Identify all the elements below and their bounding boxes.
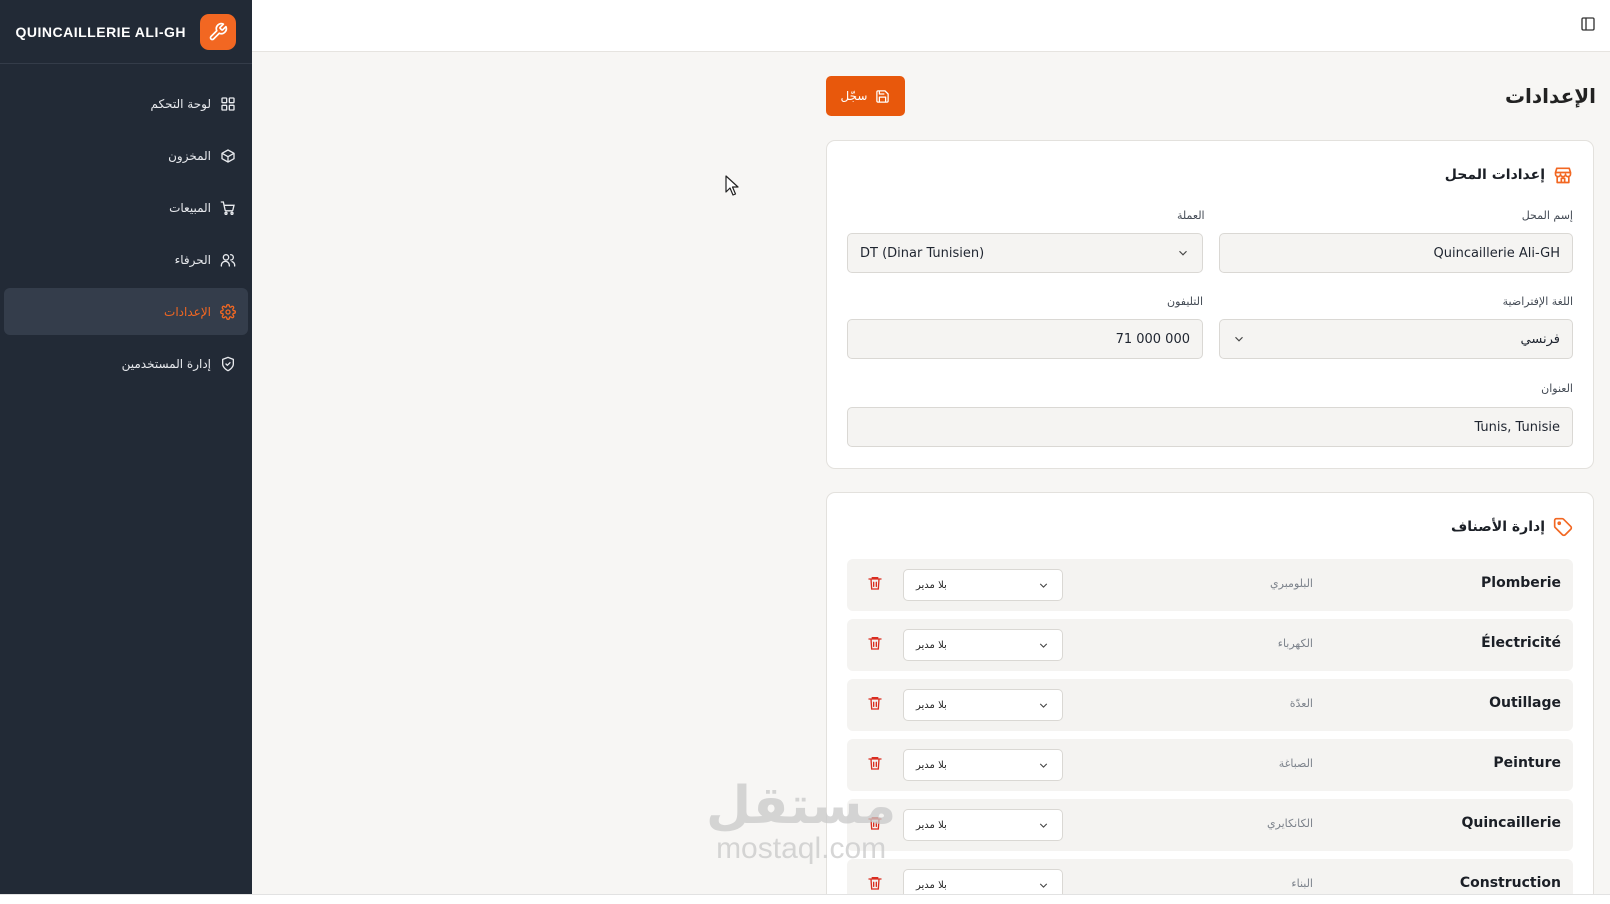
category-arabic-name: العدّة: [1289, 697, 1313, 710]
default-language-select[interactable]: فرنسي: [1219, 319, 1573, 359]
sidebar-item-label: إدارة المستخدمين: [121, 356, 211, 371]
sidebar-item-label: الحرفاء: [174, 252, 211, 267]
delete-category-icon[interactable]: [867, 875, 883, 891]
page-title: الإعدادات: [1504, 84, 1596, 108]
category-manager-value: بلا مدير: [916, 579, 947, 591]
save-button[interactable]: سجّل: [826, 76, 905, 116]
category-arabic-name: الصباغة: [1278, 757, 1313, 770]
category-row: Électricité الكهرباء بلا مدير: [847, 619, 1573, 671]
chevron-down-icon: [1039, 642, 1048, 648]
category-name: Peinture: [1493, 755, 1561, 771]
category-manager-select[interactable]: بلا مدير: [903, 809, 1063, 841]
category-arabic-name: الكانكايري: [1266, 817, 1313, 830]
category-name: Plomberie: [1481, 575, 1561, 591]
sidebar-item-customers[interactable]: الحرفاء: [4, 236, 248, 283]
watermark-latin: mostaql.com: [716, 832, 887, 865]
sidebar-item-label: لوحة التحكم: [150, 96, 212, 111]
shop-settings-title: إعدادات المحل: [1445, 165, 1573, 185]
category-manager-select[interactable]: بلا مدير: [903, 749, 1063, 781]
currency-value: DT (Dinar Tunisien): [860, 245, 985, 261]
brand-header: QUINCAILLERIE ALI-GH: [0, 0, 252, 64]
sidebar-item-dashboard[interactable]: لوحة التحكم: [4, 80, 248, 127]
chevron-down-icon: [1039, 702, 1048, 708]
users-icon: [220, 253, 236, 267]
sidebar-item-inventory[interactable]: المخزون: [4, 132, 248, 179]
chevron-down-icon: [1039, 882, 1048, 888]
mouse-cursor-icon: [725, 175, 739, 196]
category-manager-value: بلا مدير: [916, 639, 947, 651]
sidebar: QUINCAILLERIE ALI-GH لوحة التحكم المخزون…: [0, 0, 252, 894]
category-row: Quincaillerie الكانكايري بلا مدير: [847, 799, 1573, 851]
sidebar-item-user-management[interactable]: إدارة المستخدمين: [4, 340, 248, 387]
store-icon: [1554, 167, 1572, 184]
category-manager-value: بلا مدير: [916, 819, 947, 831]
address-field[interactable]: Tunis, Tunisie: [847, 407, 1573, 447]
shop-name-field[interactable]: Quincaillerie Ali-GH: [1219, 233, 1573, 273]
floppy-icon: [876, 89, 890, 103]
delete-category-icon[interactable]: [867, 635, 883, 651]
package-icon: [221, 148, 235, 163]
category-manager-value: بلا مدير: [916, 759, 947, 771]
category-row: Peinture الصباغة بلا مدير: [847, 739, 1573, 791]
delete-category-icon[interactable]: [867, 695, 883, 711]
default-language-value: فرنسي: [1520, 331, 1560, 347]
currency-select[interactable]: DT (Dinar Tunisien): [847, 233, 1203, 273]
sidebar-item-label: الإعدادات: [164, 304, 211, 319]
category-manager-value: بلا مدير: [916, 879, 947, 891]
sidebar-toggle-icon[interactable]: [1580, 16, 1596, 36]
chevron-down-icon: [1235, 336, 1243, 342]
chevron-down-icon: [1039, 822, 1048, 828]
brand-name: QUINCAILLERIE ALI-GH: [15, 23, 186, 40]
category-row: Outillage العدّة بلا مدير: [847, 679, 1573, 731]
chevron-down-icon: [1039, 762, 1048, 768]
address-label: العنوان: [1541, 382, 1573, 395]
watermark-arabic: مستقل: [706, 776, 897, 836]
sidebar-item-label: المبيعات: [169, 200, 211, 215]
wrench-icon: [200, 13, 236, 50]
categories-title: إدارة الأصناف: [1451, 517, 1573, 537]
shop-name-value: Quincaillerie Ali-GH: [1433, 245, 1561, 261]
chevron-down-icon: [1039, 582, 1048, 588]
gear-icon: [220, 303, 236, 320]
category-name: Quincaillerie: [1461, 815, 1561, 831]
phone-field[interactable]: 71 000 000: [847, 319, 1203, 359]
cart-icon: [220, 200, 235, 215]
category-row: Plomberie البلومبري بلا مدير: [847, 559, 1573, 611]
categories-card: إدارة الأصناف Plomberie البلومبري بلا مد…: [826, 492, 1594, 904]
category-arabic-name: الكهرباء: [1277, 637, 1313, 650]
delete-category-icon[interactable]: [867, 575, 883, 591]
category-name: Électricité: [1481, 635, 1561, 651]
tag-icon: [1553, 517, 1573, 537]
phone-label: التليفون: [1167, 295, 1204, 308]
shop-settings-heading: إعدادات المحل: [1444, 167, 1545, 183]
top-bar: [252, 0, 1610, 52]
watermark: مستقل mostaql.com: [706, 778, 896, 864]
shop-settings-card: إعدادات المحل إسم المحل Quincaillerie Al…: [826, 140, 1594, 469]
chevron-down-icon: [1179, 250, 1187, 256]
currency-label: العملة: [1177, 209, 1205, 222]
category-name: Construction: [1459, 875, 1561, 891]
shop-name-label: إسم المحل: [1521, 209, 1573, 222]
category-name: Outillage: [1489, 695, 1561, 711]
sidebar-nav: لوحة التحكم المخزون المبيعات الحرفاء الإ…: [0, 64, 252, 387]
default-language-label: اللغة الإفتراضية: [1502, 295, 1573, 308]
sidebar-item-label: المخزون: [168, 148, 211, 163]
sidebar-item-sales[interactable]: المبيعات: [4, 184, 248, 231]
category-manager-select[interactable]: بلا مدير: [903, 629, 1063, 661]
category-manager-value: بلا مدير: [916, 699, 947, 711]
phone-value: 71 000 000: [1115, 331, 1190, 347]
category-arabic-name: البناء: [1291, 877, 1313, 890]
categories-heading: إدارة الأصناف: [1451, 519, 1545, 535]
address-value: Tunis, Tunisie: [1474, 419, 1560, 435]
bottom-edge: [0, 894, 1610, 904]
save-button-label: سجّل: [840, 89, 868, 103]
delete-category-icon[interactable]: [867, 755, 883, 771]
dashboard-icon: [221, 96, 235, 111]
shield-icon: [222, 356, 234, 371]
category-manager-select[interactable]: بلا مدير: [903, 689, 1063, 721]
category-manager-select[interactable]: بلا مدير: [903, 569, 1063, 601]
sidebar-item-settings[interactable]: الإعدادات: [4, 288, 248, 335]
category-arabic-name: البلومبري: [1270, 577, 1313, 590]
